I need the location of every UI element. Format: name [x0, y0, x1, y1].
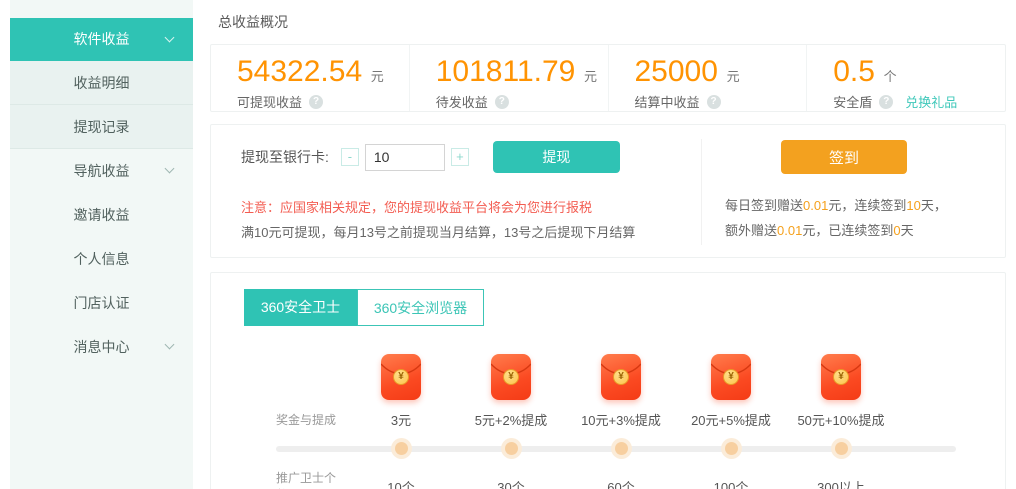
red-envelope-icon: ¥	[821, 354, 861, 400]
bonus-tier: 3元	[346, 410, 456, 429]
yen-coin-icon: ¥	[613, 369, 629, 385]
amount-decrease-button[interactable]: -	[341, 148, 359, 166]
withdraw-amount-input[interactable]	[365, 144, 445, 171]
yen-coin-icon: ¥	[503, 369, 519, 385]
withdraw-card: 提现至银行卡: - + 提现 注意：应国家相关规定，您的提现收益平台将会为您进行…	[210, 124, 1006, 258]
red-envelope-icon: ¥	[601, 354, 641, 400]
count-tier: 60个	[566, 477, 676, 489]
main-content: 总收益概况 54322.54 元 可提现收益 ? 101811.79 元 待发收…	[210, 0, 1006, 489]
yen-coin-icon: ¥	[833, 369, 849, 385]
sidebar-item-label: 个人信息	[74, 251, 130, 267]
sidebar-item-store-certification[interactable]: 门店认证	[10, 281, 193, 325]
stat-label: 可提现收益	[237, 92, 302, 111]
red-envelope-icon: ¥	[491, 354, 531, 400]
sidebar-item-earnings-detail[interactable]: 收益明细	[10, 61, 193, 105]
bonus-tier: 20元+5%提成	[676, 410, 786, 429]
slider-milestone-dot[interactable]	[395, 442, 408, 455]
slider-milestone-dot[interactable]	[615, 442, 628, 455]
tax-warning-note: 注意：应国家相关规定，您的提现收益平台将会为您进行报税	[241, 197, 592, 216]
stat-settling: 25000 元 结算中收益 ?	[609, 45, 808, 111]
sidebar-item-label: 收益明细	[74, 75, 130, 91]
envelope-row: ¥ ¥ ¥	[276, 354, 966, 400]
help-icon[interactable]: ?	[707, 95, 721, 109]
sign-in-button[interactable]: 签到	[781, 140, 907, 174]
stat-unit: 元	[584, 69, 597, 84]
sidebar-item-withdraw-records[interactable]: 提现记录	[10, 105, 193, 149]
bonus-row: 奖金与提成 3元 5元+2%提成 10元+3%提成 20元+5%提成 50元+1…	[276, 410, 966, 429]
withdraw-to-bank-label: 提现至银行卡:	[241, 147, 329, 167]
bonus-tier: 50元+10%提成	[786, 410, 896, 429]
sign-in-line2: 额外赠送0.01元，已连续签到0天	[725, 218, 995, 243]
bonus-tier: 5元+2%提成	[456, 410, 566, 429]
sign-in-line1: 每日签到赠送0.01元，连续签到10天，	[725, 193, 995, 218]
tab-360-browser[interactable]: 360安全浏览器	[357, 289, 484, 326]
bonus-tier: 10元+3%提成	[566, 410, 676, 429]
withdraw-button[interactable]: 提现	[493, 141, 620, 173]
slider-milestone-dot[interactable]	[835, 442, 848, 455]
sidebar-item-nav-earnings[interactable]: 导航收益	[10, 149, 193, 193]
sidebar-item-label: 消息中心	[74, 339, 130, 355]
stat-value: 25000	[635, 55, 718, 88]
stat-label: 结算中收益	[635, 92, 700, 111]
slider-milestone-dot[interactable]	[725, 442, 738, 455]
withdraw-rules-note: 满10元可提现，每月13号之前提现当月结算，13号之后提现下月结算	[241, 222, 635, 241]
sidebar-item-label: 导航收益	[74, 163, 130, 179]
sidebar-item-label: 邀请收益	[74, 207, 130, 223]
progress-slider	[276, 437, 966, 460]
yen-coin-icon: ¥	[393, 369, 409, 385]
chevron-down-icon	[165, 164, 175, 174]
yen-coin-icon: ¥	[723, 369, 739, 385]
help-icon[interactable]: ?	[879, 95, 893, 109]
sidebar-item-label: 软件收益	[74, 31, 130, 47]
sidebar-item-label: 门店认证	[74, 295, 130, 311]
red-envelope-icon: ¥	[381, 354, 421, 400]
earnings-overview-card: 54322.54 元 可提现收益 ? 101811.79 元 待发收益 ? 25…	[210, 44, 1006, 112]
vertical-divider	[701, 139, 702, 245]
sidebar-top-spacer	[10, 0, 193, 18]
stat-value: 0.5	[833, 55, 875, 88]
page-title: 总收益概况	[218, 12, 1006, 32]
count-row: 推广卫士个数 10个 30个 60个 100个 300以上	[276, 469, 966, 489]
sidebar-item-label: 提现记录	[74, 119, 130, 135]
help-icon[interactable]: ?	[495, 95, 509, 109]
stat-label: 安全盾	[833, 92, 872, 111]
tab-360-safeguard[interactable]: 360安全卫士	[244, 289, 357, 326]
red-envelope-icon: ¥	[711, 354, 751, 400]
count-tier: 30个	[456, 477, 566, 489]
sidebar-item-software-earnings[interactable]: 软件收益	[10, 18, 193, 61]
stat-unit: 元	[371, 69, 384, 84]
count-tier: 100个	[676, 477, 786, 489]
count-row-label: 推广卫士个数	[276, 469, 346, 489]
help-icon[interactable]: ?	[309, 95, 323, 109]
stat-withdrawable: 54322.54 元 可提现收益 ?	[211, 45, 410, 111]
stat-value: 101811.79	[436, 55, 576, 88]
stat-unit: 元	[727, 69, 740, 84]
stat-pending: 101811.79 元 待发收益 ?	[410, 45, 609, 111]
sidebar-item-message-center[interactable]: 消息中心	[10, 325, 193, 369]
bonus-ladder: ¥ ¥ ¥	[276, 354, 966, 489]
count-tier: 10个	[346, 477, 456, 489]
product-tabs: 360安全卫士 360安全浏览器	[244, 289, 1005, 326]
slider-milestone-dot[interactable]	[505, 442, 518, 455]
stat-value: 54322.54	[237, 55, 362, 88]
sidebar-item-invite-earnings[interactable]: 邀请收益	[10, 193, 193, 237]
redeem-gift-link[interactable]: 兑换礼品	[905, 92, 957, 111]
promotion-card: 360安全卫士 360安全浏览器 ¥ ¥	[210, 272, 1006, 489]
chevron-down-icon	[165, 32, 175, 42]
bonus-row-label: 奖金与提成	[276, 411, 346, 428]
stat-unit: 个	[884, 69, 897, 84]
count-tier: 300以上	[786, 477, 896, 489]
chevron-down-icon	[165, 340, 175, 350]
sign-in-description: 每日签到赠送0.01元，连续签到10天， 额外赠送0.01元，已连续签到0天	[725, 193, 995, 243]
sidebar-item-personal-info[interactable]: 个人信息	[10, 237, 193, 281]
sidebar: 软件收益 收益明细 提现记录 导航收益 邀请收益 个人信息 门店认证 消息中心	[10, 0, 193, 489]
stat-security-shield: 0.5 个 安全盾 ? 兑换礼品	[807, 45, 1005, 111]
stat-label: 待发收益	[436, 92, 488, 111]
amount-increase-button[interactable]: +	[451, 148, 469, 166]
